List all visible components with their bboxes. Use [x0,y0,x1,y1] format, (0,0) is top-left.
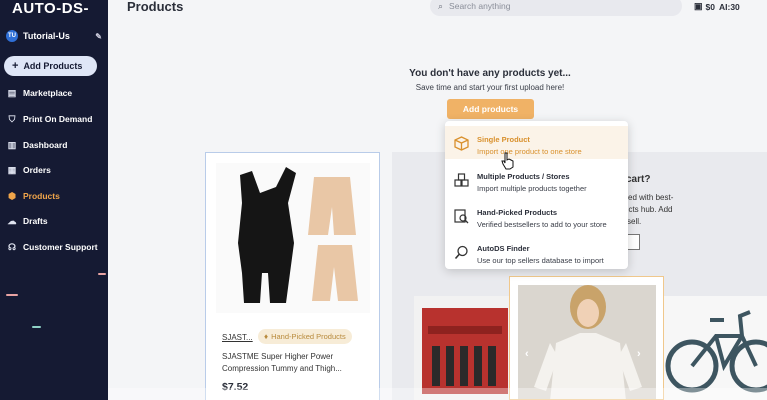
sidebar-item-label: Print On Demand [23,114,93,124]
sidebar-item-print-on-demand[interactable]: ⛉ Print On Demand [6,111,106,127]
sidebar-item-dashboard[interactable]: ▥ Dashboard [6,137,106,153]
sidebar-item-orders[interactable]: ▦ Orders [6,162,106,178]
hand-cursor-icon [501,152,515,170]
boxes-icon [454,173,469,188]
menu-item-title: Single Product [477,135,530,144]
balance-value: $0 [705,1,715,12]
sidebar-item-label: Customer Support [23,242,98,252]
menu-item-multiple-products[interactable]: Multiple Products / Stores Import multip… [445,163,628,196]
menu-item-single-product[interactable]: Single Product Import one product to one… [445,126,628,159]
product-thumbnail[interactable] [664,296,767,400]
store-selector[interactable]: TU Tutorial-Us ✎ [6,28,102,44]
sidebar-item-label: Orders [23,165,51,175]
sidebar-item-marketplace[interactable]: ▤ Marketplace [6,85,106,101]
decoration-line [32,326,41,328]
sidebar-item-label: Products [23,191,60,201]
product-price: $7.52 [222,381,249,393]
empty-state-title: You don't have any products yet... [409,68,571,79]
box-icon: ⬢ [8,190,16,201]
search-bar[interactable]: ⌕ Search anything [430,0,682,16]
orders-icon: ▦ [7,164,17,175]
menu-item-desc: Verified bestsellers to add to your stor… [477,220,607,229]
product-vendor-link[interactable]: SJAST... [222,333,253,342]
ai-credits: AI:30 [718,1,740,12]
menu-item-autods-finder[interactable]: AutoDS Finder Use our top sellers databa… [445,235,628,268]
search-icon [454,245,469,260]
decoration-line [6,294,18,296]
decoration-line [98,273,106,275]
sidebar: AUTO-DS- TU Tutorial-Us ✎ + Add Products… [0,0,108,400]
sidebar-item-label: Marketplace [23,88,73,98]
wallet-icon: ▣ [694,1,703,11]
menu-item-hand-picked-products[interactable]: Hand-Picked Products Verified bestseller… [445,199,628,232]
edit-pencil-icon[interactable]: ✎ [95,32,102,41]
panel-text-fragment: ed with best- [628,193,674,202]
product-image [216,163,370,313]
hand-picked-tag: ♦ Hand-Picked Products [258,329,352,344]
empty-state-subtitle: Save time and start your first upload he… [415,83,565,92]
add-products-label: Add Products [23,61,83,71]
menu-item-desc: Import multiple products together [477,184,587,193]
diamond-icon: ♦ [264,332,269,341]
add-products-button[interactable]: + Add Products [4,56,97,76]
menu-item-desc: Use our top sellers database to import [477,256,604,265]
menu-item-title: Multiple Products / Stores [477,172,570,181]
sidebar-item-label: Drafts [23,216,48,226]
marketplace-icon: ▤ [7,87,17,98]
add-products-primary-button[interactable]: Add products [447,99,534,119]
product-card[interactable]: SJAST... ♦ Hand-Picked Products SJASTME … [205,152,380,400]
product-thumbnail-hovered[interactable] [509,276,664,400]
carousel-next-icon[interactable]: › [637,348,641,360]
sidebar-item-products[interactable]: ⬢ Products [6,188,106,204]
drafts-icon: ☁ [7,215,17,226]
box-icon [454,136,469,151]
panel-text-fragment: sell. [627,217,642,226]
add-products-dropdown: Single Product Import one product to one… [445,121,628,269]
panel-text-fragment: ucts hub. Add [624,205,673,214]
plus-icon: + [12,60,19,72]
autods-logo[interactable]: AUTO-DS- [12,0,89,17]
product-name: SJASTME Super Higher Power Compression T… [222,352,342,373]
store-badge: TU [6,30,18,42]
sidebar-item-label: Dashboard [23,140,68,150]
menu-item-desc: Import one product to one store [477,147,582,156]
verified-search-icon [454,209,469,224]
menu-item-title: AutoDS Finder [477,244,530,253]
store-name: Tutorial-Us [23,31,70,41]
search-icon: ⌕ [438,0,444,11]
search-input[interactable]: Search anything [449,1,510,11]
sidebar-item-drafts[interactable]: ☁ Drafts [6,213,106,229]
support-icon: ☊ [8,241,16,252]
sidebar-item-customer-support[interactable]: ☊ Customer Support [6,239,106,255]
balance-indicator[interactable]: ▣ $0 AI:30 [694,1,740,12]
carousel-prev-icon[interactable]: ‹ [525,348,529,360]
menu-item-title: Hand-Picked Products [477,208,558,217]
tag-label: Hand-Picked Products [271,332,346,341]
tshirt-icon: ⛉ [8,113,16,124]
dashboard-icon: ▥ [7,139,17,150]
page-title: Products [127,0,184,14]
panel-heading-fragment: cart? [626,174,651,185]
